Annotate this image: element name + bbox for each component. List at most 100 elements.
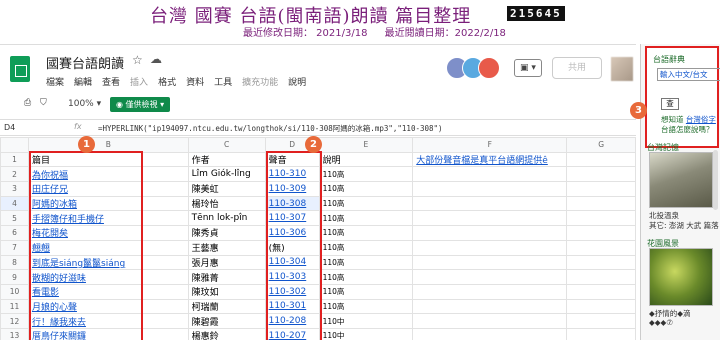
cell-empty[interactable] xyxy=(412,166,568,183)
cell-empty[interactable] xyxy=(566,239,636,256)
cell-note[interactable]: 110高 xyxy=(318,181,414,197)
menu-help[interactable]: 說明 xyxy=(288,78,306,88)
cell-empty[interactable] xyxy=(412,327,568,340)
print-icon[interactable]: ⎙ xyxy=(24,98,31,108)
cell-empty[interactable] xyxy=(412,313,568,329)
cell-author[interactable]: Lîm Giók-lîng xyxy=(187,166,266,183)
dictionary-search-button[interactable]: 查 xyxy=(661,98,679,110)
cell-author[interactable]: 楊惠鈴 xyxy=(187,327,266,340)
cloud-status-icon[interactable]: ☁ xyxy=(150,52,162,66)
row-number[interactable]: 11 xyxy=(0,298,29,315)
cell-empty[interactable] xyxy=(566,254,636,271)
share-button[interactable]: 共用 xyxy=(552,57,602,79)
menu-data[interactable]: 資料 xyxy=(186,78,204,88)
sidebar-scrollbar[interactable] xyxy=(713,150,718,210)
cell-empty[interactable] xyxy=(412,210,568,227)
corner-cell[interactable] xyxy=(0,137,29,153)
cell-note[interactable]: 110高 xyxy=(318,239,414,256)
collaborator-avatar[interactable] xyxy=(478,57,500,79)
sheets-logo-icon[interactable] xyxy=(10,56,30,82)
cell-title-link[interactable]: 梅花開矣 xyxy=(27,225,189,241)
cell-audio-link[interactable]: 110-302 xyxy=(264,283,320,300)
row-number[interactable]: 6 xyxy=(0,225,29,241)
cell-note[interactable]: 110高 xyxy=(318,254,414,271)
menu-format[interactable]: 格式 xyxy=(158,78,176,88)
cell-empty[interactable] xyxy=(566,283,636,300)
cell-title-link[interactable]: 田庄仔兄 xyxy=(27,181,189,197)
row-number[interactable]: 1 xyxy=(0,151,29,168)
cell-empty[interactable] xyxy=(566,210,636,227)
cell-note[interactable]: 110高 xyxy=(318,210,414,227)
cell-empty[interactable] xyxy=(412,298,568,315)
cell-empty[interactable] xyxy=(566,195,636,212)
cell-note[interactable]: 110高 xyxy=(318,195,414,212)
row-number[interactable]: 10 xyxy=(0,283,29,300)
cell-reference[interactable]: D4 xyxy=(4,123,15,132)
cell-author[interactable]: 陳雅菁 xyxy=(187,269,266,285)
row-number[interactable]: 5 xyxy=(0,210,29,227)
cell-author[interactable]: 楊玲怡 xyxy=(187,195,266,212)
cell-title-link[interactable]: 看電影 xyxy=(27,283,189,300)
cell-audio-link[interactable]: 110-301 xyxy=(264,298,320,315)
cell-audio-link[interactable]: 110-303 xyxy=(264,269,320,285)
cell-note[interactable]: 110高 xyxy=(318,166,414,183)
cell-empty[interactable] xyxy=(412,269,568,285)
photo-hot-spring[interactable] xyxy=(649,152,713,208)
user-avatar[interactable] xyxy=(611,57,633,81)
row-number[interactable]: 3 xyxy=(0,181,29,197)
cell-author[interactable]: 陳碧霞 xyxy=(187,313,266,329)
cell-audio-link[interactable]: 110-304 xyxy=(264,254,320,271)
row-number[interactable]: 4 xyxy=(0,195,29,212)
taiwan-characters-link[interactable]: 台灣俗字 xyxy=(686,115,716,124)
comment-button[interactable]: ▣ ▾ xyxy=(514,59,542,77)
cell-empty[interactable] xyxy=(412,195,568,212)
row-number[interactable]: 7 xyxy=(0,239,29,256)
dictionary-search-input[interactable]: 輸入中文/台文 xyxy=(657,68,720,81)
zoom-select[interactable]: 100% ▾ xyxy=(68,99,101,109)
cell-note[interactable]: 110中 xyxy=(318,313,414,329)
cell-header-note[interactable]: 說明 xyxy=(318,151,414,168)
cell-author[interactable]: 王藝惠 xyxy=(187,239,266,256)
cell-title-link[interactable]: 手摺簿仔和手機仔 xyxy=(27,210,189,227)
cell-note[interactable]: 110高 xyxy=(318,225,414,241)
cell-title-link[interactable]: 為你祝福 xyxy=(27,166,189,183)
column-header-g[interactable]: G xyxy=(566,137,636,153)
cell-note[interactable]: 110高 xyxy=(318,283,414,300)
menu-edit[interactable]: 編輯 xyxy=(74,78,92,88)
cell-empty[interactable] xyxy=(566,269,636,285)
filter-icon[interactable]: ⛉ xyxy=(40,98,47,108)
star-icon[interactable]: ☆ xyxy=(132,53,143,67)
cell-author[interactable]: 柯瑞蘭 xyxy=(187,298,266,315)
cell-title-link[interactable]: 厝鳥仔來關鑼 xyxy=(27,327,189,340)
column-header-e[interactable]: E xyxy=(318,137,414,153)
menu-extensions[interactable]: 擴充功能 xyxy=(242,78,278,88)
cell-title-link[interactable]: 到底是siáng鬣鬣siáng xyxy=(27,254,189,271)
cell-header-audio[interactable]: 聲音 xyxy=(264,151,320,168)
cell-empty[interactable] xyxy=(412,181,568,197)
photo-caption-links[interactable]: 其它: 澎湖 大武 篇落 xyxy=(649,220,719,231)
cell-empty[interactable] xyxy=(566,225,636,241)
cell-empty[interactable] xyxy=(412,225,568,241)
cell-empty[interactable] xyxy=(566,327,636,340)
cell-empty[interactable] xyxy=(412,254,568,271)
cell-audio-link[interactable]: 110-207 xyxy=(264,327,320,340)
view-only-button[interactable]: ◉ 僅供檢視 ▾ xyxy=(110,97,171,112)
formula-input[interactable]: =HYPERLINK("ip194097.ntcu.edu.tw/longtho… xyxy=(98,123,443,134)
column-header-f[interactable]: F xyxy=(412,137,568,153)
cell-author[interactable]: 陳秀貞 xyxy=(187,225,266,241)
row-number[interactable]: 12 xyxy=(0,313,29,329)
cell-title-link[interactable]: 月娘的心聲 xyxy=(27,298,189,315)
cell-audio-link[interactable]: 110-310 xyxy=(264,166,320,183)
cell-note[interactable]: 110高 xyxy=(318,269,414,285)
menu-file[interactable]: 檔案 xyxy=(46,78,64,88)
cell-header-title[interactable]: 篇目 xyxy=(27,151,189,168)
cell-empty[interactable] xyxy=(412,239,568,256)
cell-author[interactable]: Tēnn lok-pîn xyxy=(187,210,266,227)
cell-author[interactable]: 陳玟如 xyxy=(187,283,266,300)
cell-audio-link[interactable]: 110-309 xyxy=(264,181,320,197)
cell-title-link[interactable]: 行！緣我來去 xyxy=(27,313,189,329)
cell-empty[interactable] xyxy=(566,313,636,329)
cell-note[interactable]: 110中 xyxy=(318,327,414,340)
menu-insert[interactable]: 插入 xyxy=(130,78,148,88)
column-header-b[interactable]: B xyxy=(27,137,189,153)
